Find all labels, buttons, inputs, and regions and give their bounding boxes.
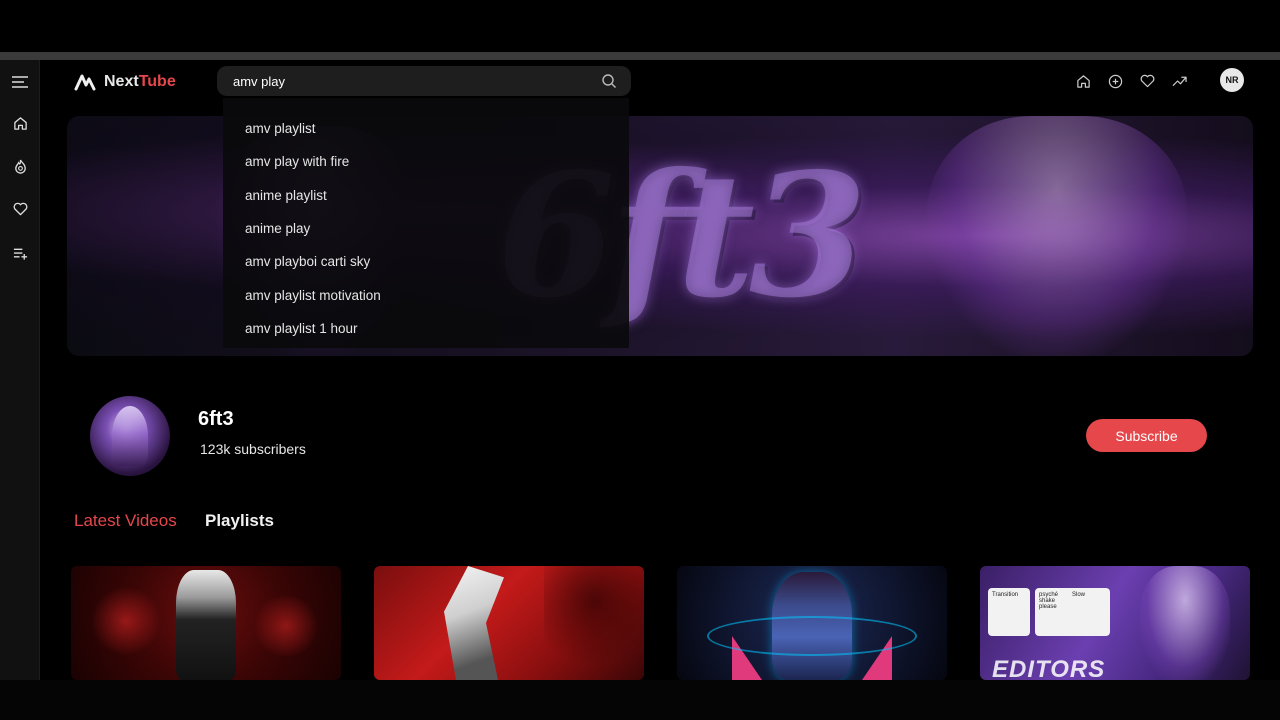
thumbnail-card: Slow — [1068, 588, 1110, 636]
heart-icon[interactable] — [10, 199, 30, 219]
subscriber-count: 123k subscribers — [200, 441, 306, 457]
heart-icon[interactable] — [1139, 73, 1155, 89]
video-thumbnail[interactable] — [677, 566, 947, 680]
thumbnail-card-text: Slow — [1072, 592, 1086, 598]
logo-icon — [74, 74, 96, 91]
subscribe-button[interactable]: Subscribe — [1086, 419, 1207, 452]
search-icon[interactable] — [601, 73, 617, 89]
thumbnail-card-text: psyché shake please — [1039, 592, 1059, 610]
home-icon[interactable] — [10, 113, 30, 133]
tab-playlists[interactable]: Playlists — [205, 511, 274, 531]
search-bar — [217, 66, 631, 96]
suggestion-item[interactable]: amv playboi carti sky — [223, 245, 629, 278]
channel-name: 6ft3 — [198, 408, 234, 430]
tab-latest-videos[interactable]: Latest Videos — [74, 511, 177, 531]
user-avatar[interactable]: NR — [1220, 68, 1244, 92]
browser-chrome-strip — [0, 52, 1280, 60]
search-input[interactable] — [233, 71, 593, 91]
suggestion-item[interactable]: amv playlist — [223, 112, 629, 145]
suggestion-item[interactable]: anime play — [223, 212, 629, 245]
add-circle-icon[interactable] — [1107, 73, 1123, 89]
suggestion-item[interactable]: anime playlist — [223, 179, 629, 212]
trending-up-icon[interactable] — [1171, 73, 1187, 89]
playlist-add-icon[interactable] — [10, 243, 30, 263]
brand-name-first: Next — [104, 73, 139, 90]
thumbnail-overlay-text: EDITORS — [992, 656, 1106, 680]
search-suggestions: amv playlist amv play with fire anime pl… — [223, 98, 629, 348]
suggestion-item[interactable]: amv playlist 1 hour — [223, 312, 629, 345]
banner-character-right — [927, 116, 1187, 356]
home-icon[interactable] — [1075, 73, 1091, 89]
header-actions — [1075, 73, 1187, 89]
sidebar — [0, 60, 40, 680]
suggestion-item[interactable]: amv playlist motivation — [223, 278, 629, 311]
thumbnail-card: Transition — [988, 588, 1030, 636]
screen-bottom-bar — [0, 680, 1280, 720]
main-content: NextTube 6ft3 amv playlist amv play with… — [41, 60, 1280, 680]
brand-name-second: Tube — [138, 73, 176, 90]
menu-icon[interactable] — [10, 72, 30, 92]
video-thumbnail[interactable] — [71, 566, 341, 680]
video-thumbnail[interactable] — [374, 566, 644, 680]
thumbnail-card-text: Transition — [992, 592, 1019, 598]
suggestion-item[interactable]: amv play with fire — [223, 145, 629, 178]
video-thumbnail[interactable]: Transition psyché shake please Slow EDIT… — [980, 566, 1250, 680]
channel-avatar[interactable] — [90, 396, 170, 476]
logo[interactable]: NextTube — [74, 71, 176, 93]
trending-icon[interactable] — [10, 156, 30, 176]
